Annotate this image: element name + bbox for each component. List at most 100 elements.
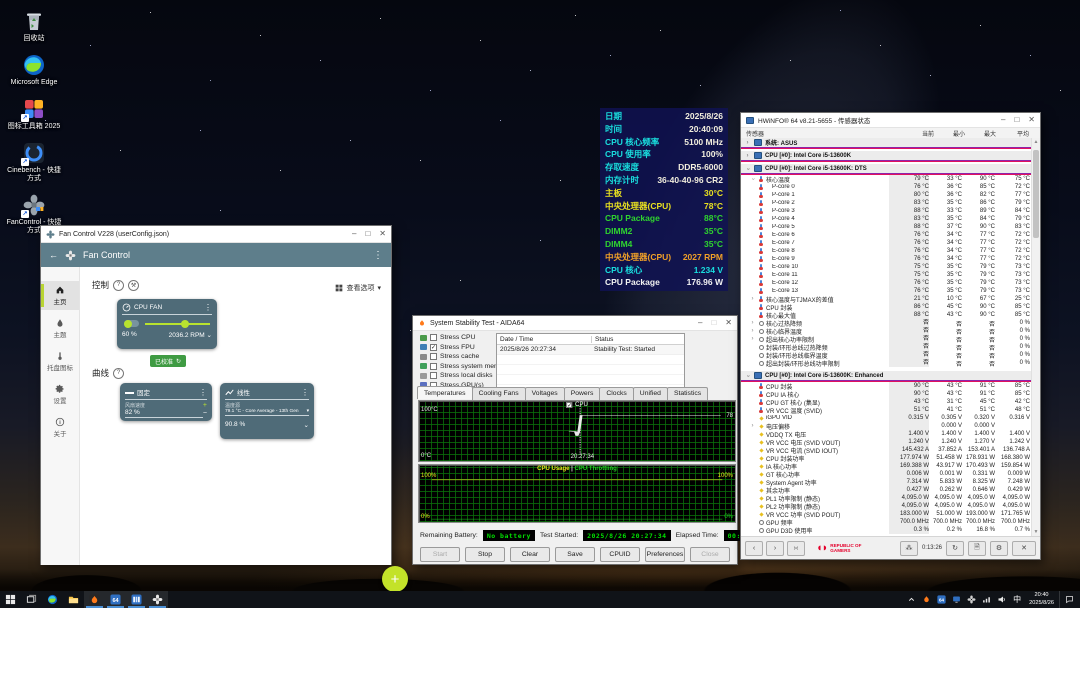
sidebar-item-brush[interactable]: 主题 (41, 314, 79, 343)
desktop-icon-toolbox[interactable]: ↗图标工具箱 2025 (6, 96, 62, 131)
fan-rpm[interactable]: 2036.2 RPM ⌄ (169, 331, 212, 339)
close-icon[interactable]: ✕ (379, 230, 386, 238)
close-icon[interactable]: ✕ (725, 319, 732, 327)
tray-chevron-icon[interactable] (904, 591, 919, 608)
save-button[interactable]: Save (555, 547, 595, 562)
linear-curve-card[interactable]: 线性 ⋮ 温度源 79.1 °C - Core Average - 13th G… (220, 383, 314, 439)
maximize-icon[interactable]: □ (365, 230, 370, 238)
maximize-icon[interactable]: □ (1014, 116, 1019, 124)
sidebar-item-home[interactable]: 主页 (41, 281, 79, 310)
temp-source-select[interactable]: 79.1 °C - Core Average - 13th Gen▾ (225, 409, 309, 416)
report-button[interactable]: 🗎 (968, 541, 986, 556)
chevron-icon[interactable]: › (744, 153, 751, 159)
help-icon[interactable]: ? (113, 280, 124, 291)
hwinfo-sensor-row[interactable]: E-core 1276 °C35 °C79 °C73 °C (741, 279, 1032, 287)
checkbox[interactable] (430, 372, 437, 379)
add-curve-fab[interactable]: + (382, 566, 408, 592)
tab-cooling-fans[interactable]: Cooling Fans (472, 387, 526, 400)
scroll-up-icon[interactable]: ▲ (1032, 138, 1040, 146)
view-options-button[interactable]: 查看选项 ▾ (335, 283, 381, 293)
taskbar-fan-button[interactable] (147, 591, 168, 608)
tab-temperatures[interactable]: Temperatures (417, 386, 473, 399)
hwinfo-sensor-row[interactable]: P-core 180 °C36 °C82 °C77 °C (741, 191, 1032, 199)
chevron-icon[interactable]: › (745, 372, 751, 379)
hwinfo-group-header[interactable]: ›CPU [#0]: Intel Core i5-13600K: Enhance… (741, 371, 1032, 380)
log-row[interactable]: 2025/8/26 20:27:34Stability Test: Starte… (497, 345, 684, 355)
checkbox[interactable] (430, 353, 437, 360)
close-icon[interactable]: ✕ (1028, 116, 1035, 124)
notification-center-icon[interactable] (1059, 591, 1078, 608)
hwinfo-sensor-row[interactable]: E-core 676 °C34 °C77 °C72 °C (741, 231, 1032, 239)
cpu-fan-card[interactable]: CPU FAN ⋮ 60 % 2036.2 RPM ⌄ (117, 299, 217, 349)
fixed-curve-card[interactable]: 固定 ⋮ 风扇速度 82 % + − (120, 383, 212, 421)
prev-page-button[interactable]: ‹ (745, 541, 763, 556)
col-max[interactable]: 最大 (965, 129, 996, 138)
card-menu-kebab-icon[interactable]: ⋮ (204, 303, 212, 312)
tray-volume-icon[interactable] (994, 591, 1009, 608)
col-min[interactable]: 最小 (934, 129, 965, 138)
stop-button[interactable]: Stop (465, 547, 505, 562)
ime-indicator[interactable]: 中 (1010, 594, 1024, 605)
hwinfo-sensor-row[interactable]: P-core 588 °C37 °C90 °C83 °C (741, 223, 1032, 231)
checkbox[interactable] (430, 334, 437, 341)
fixed-value[interactable]: 82 % (125, 409, 203, 418)
scrollbar-thumb[interactable] (1033, 150, 1039, 238)
tray-fan-tray-icon[interactable] (964, 591, 979, 608)
hwinfo-sensor-row[interactable]: E-core 876 °C34 °C77 °C72 °C (741, 247, 1032, 255)
hwinfo-group-header[interactable]: ›CPU [#0]: Intel Core i5-13600K (741, 151, 1032, 160)
hwinfo-group-header[interactable]: ›系统: ASUS (741, 138, 1032, 147)
chevron-icon[interactable]: › (744, 140, 751, 146)
cpuid-button[interactable]: CPUID (600, 547, 640, 562)
col-current[interactable]: 当前 (894, 129, 934, 138)
hwinfo-sensor-row[interactable]: E-core 1175 °C35 °C79 °C73 °C (741, 271, 1032, 279)
hwinfo-sensor-row[interactable]: E-core 776 °C34 °C77 °C72 °C (741, 239, 1032, 247)
decrease-icon[interactable]: − (203, 410, 207, 418)
increase-icon[interactable]: + (203, 402, 207, 410)
sidebar-item-thermo[interactable]: 托盘图标 (41, 347, 79, 376)
wrench-icon[interactable]: ⚒ (128, 280, 139, 291)
checkbox[interactable] (430, 363, 437, 370)
taskbar-clock[interactable]: 20:402025/8/26 (1025, 592, 1058, 607)
taskbar-start-button[interactable] (0, 591, 21, 608)
tab-statistics[interactable]: Statistics (667, 387, 708, 400)
card-menu-kebab-icon[interactable]: ⋮ (301, 388, 309, 397)
collapse-button[interactable]: ›‹ (787, 541, 805, 556)
hwinfo-sensor-row[interactable]: ›核心温度79 °C33 °C90 °C75 °C (741, 175, 1032, 183)
card-menu-kebab-icon[interactable]: ⋮ (199, 388, 207, 397)
hwinfo-sensor-row[interactable]: P-core 388 °C33 °C89 °C84 °C (741, 207, 1032, 215)
taskbar-explorer-button[interactable] (63, 591, 84, 608)
hwinfo-titlebar[interactable]: HWiNFO® 64 v8.21-5655 - 传感器状态 –□✕ (741, 113, 1040, 128)
tab-clocks[interactable]: Clocks (599, 387, 633, 400)
fan-speed-slider[interactable] (145, 323, 210, 325)
minimize-icon[interactable]: – (1001, 116, 1005, 124)
taskbar-hwinfo64-button[interactable]: 64 (105, 591, 126, 608)
hwinfo-sensor-row[interactable]: P-core 483 °C35 °C84 °C79 °C (741, 215, 1032, 223)
reset-values-button[interactable]: ↻ (946, 541, 964, 556)
next-page-button[interactable]: › (766, 541, 784, 556)
desktop-icon-cinebench[interactable]: ↗Cinebench - 快捷方式 (6, 140, 62, 183)
taskbar-sensorpanel-button[interactable] (126, 591, 147, 608)
tab-unified[interactable]: Unified (633, 387, 668, 400)
scrollbar[interactable]: ▲ ▼ (1031, 138, 1040, 536)
sidebar-item-info[interactable]: 关于 (41, 413, 79, 442)
preferences-button[interactable]: Preferences (645, 547, 685, 562)
taskbar-aida64-button[interactable] (84, 591, 105, 608)
clear-button[interactable]: Clear (510, 547, 550, 562)
back-arrow-icon[interactable]: ← (49, 250, 58, 260)
menu-kebab-icon[interactable]: ⋮ (373, 250, 383, 261)
minimize-icon[interactable]: – (352, 230, 356, 238)
chevron-icon[interactable]: › (745, 165, 751, 172)
tab-powers[interactable]: Powers (564, 387, 601, 400)
checkbox[interactable]: ✓ (430, 344, 437, 351)
taskbar-taskview-button[interactable] (21, 591, 42, 608)
sensor-share-button[interactable]: ⁂ (900, 541, 918, 556)
tray-aida64-tray-icon[interactable] (919, 591, 934, 608)
settings-button[interactable]: ⚙ (990, 541, 1008, 556)
col-avg[interactable]: 平均 (996, 129, 1031, 138)
aida64-titlebar[interactable]: System Stability Test - AIDA64 –□✕ (413, 316, 737, 331)
desktop-icon-recycle-bin[interactable]: 回收站 (6, 8, 62, 43)
help-icon[interactable]: ? (113, 368, 124, 379)
tray-hwinfo64-icon[interactable]: 64 (934, 591, 949, 608)
fan-enable-toggle[interactable] (124, 320, 139, 327)
close-sensors-button[interactable]: ✕ (1012, 541, 1036, 556)
